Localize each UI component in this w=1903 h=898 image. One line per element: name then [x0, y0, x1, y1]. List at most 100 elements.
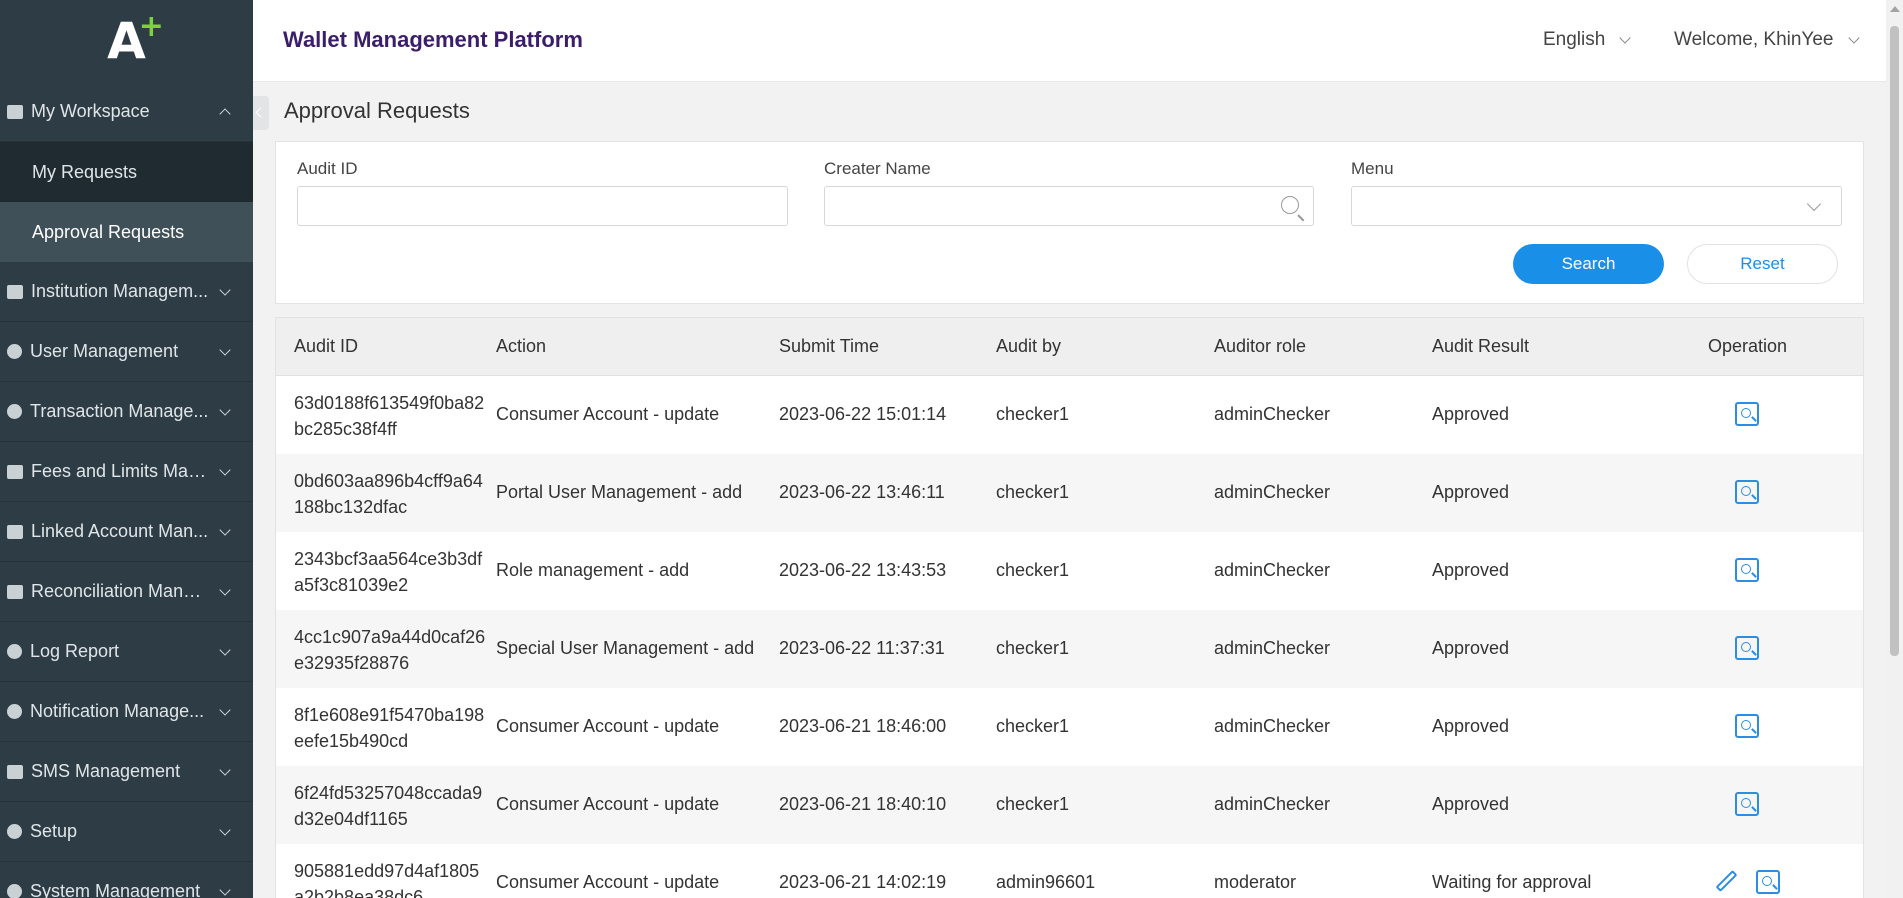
chevron-down-icon [1619, 31, 1631, 44]
audit-id-input[interactable] [297, 186, 788, 226]
language-dropdown[interactable]: English [1543, 29, 1631, 51]
cell-audit-by: checker1 [996, 638, 1070, 658]
sidebar-item-transaction-management[interactable]: Transaction Manage... [0, 382, 253, 442]
search-button[interactable]: Search [1513, 244, 1664, 284]
table-row: 2343bcf3aa564ce3b3dfa5f3c81039e2 Role ma… [276, 532, 1863, 610]
chevron-down-icon [219, 344, 231, 356]
table-header: Audit ID Action Submit Time Audit by Aud… [276, 318, 1863, 376]
page-title: Approval Requests [284, 98, 470, 123]
view-details-icon[interactable] [1756, 870, 1780, 894]
cell-audit-result: Approved [1432, 638, 1510, 658]
reset-button[interactable]: Reset [1687, 244, 1838, 284]
chevron-down-icon [219, 584, 231, 596]
card-icon [7, 464, 23, 479]
column-header: Submit Time [779, 336, 880, 356]
view-details-icon[interactable] [1735, 714, 1759, 738]
gear-icon [7, 824, 22, 839]
sidebar-item-label: Linked Account Man... [31, 521, 209, 541]
cell-action: Consumer Account - update [496, 404, 720, 424]
gear-icon [7, 704, 22, 719]
cell-audit-id: 63d0188f613549f0ba82bc285c38f4ff [294, 393, 485, 439]
sidebar-item-system-management[interactable]: System Management [0, 862, 253, 898]
search-icon[interactable] [1281, 196, 1299, 214]
scroll-up-icon[interactable] [1890, 6, 1900, 12]
sidebar-item-reconciliation[interactable]: Reconciliation Manag... [0, 562, 253, 622]
sidebar-item-fees-limits[interactable]: Fees and Limits Man... [0, 442, 253, 502]
cell-audit-by: checker1 [996, 560, 1070, 580]
cell-auditor-role: adminChecker [1214, 794, 1331, 814]
sidebar-item-label: Transaction Manage... [30, 401, 209, 421]
cell-audit-result: Approved [1432, 794, 1510, 814]
view-details-icon[interactable] [1735, 558, 1759, 582]
cell-submit-time: 2023-06-21 18:40:10 [779, 794, 947, 814]
cell-audit-id: 6f24fd53257048ccada9d32e04df1165 [294, 783, 483, 829]
sidebar-item-notification[interactable]: Notification Manage... [0, 682, 253, 742]
gear-icon [7, 884, 22, 898]
sidebar-item-my-requests[interactable]: My Requests [0, 142, 253, 202]
cell-audit-result: Waiting for approval [1432, 872, 1592, 892]
table-row: 0bd603aa896b4cff9a64188bc132dfac Portal … [276, 454, 1863, 532]
user-gear-icon [7, 344, 22, 359]
app-logo[interactable]: A + [0, 0, 253, 82]
view-details-icon[interactable] [1735, 402, 1759, 426]
chevron-down-icon [219, 644, 231, 656]
cell-submit-time: 2023-06-22 13:43:53 [779, 560, 947, 580]
sidebar-collapse-toggle[interactable] [253, 96, 269, 130]
chevron-down-icon [219, 404, 231, 416]
view-details-icon[interactable] [1735, 480, 1759, 504]
table-row: 8f1e608e91f5470ba198eefe15b490cd Consume… [276, 688, 1863, 766]
cell-action: Portal User Management - add [496, 482, 743, 502]
sidebar-item-user-management[interactable]: User Management [0, 322, 253, 382]
sidebar: A + My Workspace My Requests Approval Req… [0, 0, 253, 898]
cell-auditor-role: adminChecker [1214, 482, 1331, 502]
chevron-down-icon [219, 524, 231, 536]
sidebar-item-approval-requests[interactable]: Approval Requests [0, 202, 253, 262]
vertical-scrollbar[interactable] [1886, 0, 1903, 898]
sidebar-item-label: Setup [30, 821, 78, 841]
menu-select[interactable] [1351, 186, 1842, 226]
cell-auditor-role: adminChecker [1214, 560, 1331, 580]
cell-audit-result: Approved [1432, 482, 1510, 502]
creater-name-input[interactable] [824, 186, 1314, 226]
user-menu-dropdown[interactable]: Welcome, KhinYee [1674, 29, 1860, 51]
language-label: English [1543, 29, 1606, 50]
cell-action: Consumer Account - update [496, 872, 720, 892]
table-row: 6f24fd53257048ccada9d32e04df1165 Consume… [276, 766, 1863, 844]
view-details-icon[interactable] [1735, 792, 1759, 816]
workspace-submenu: My Requests Approval Requests [0, 142, 253, 262]
chevron-down-icon [219, 824, 231, 836]
chevron-down-icon [219, 704, 231, 716]
cell-audit-result: Approved [1432, 404, 1510, 424]
edit-icon[interactable] [1714, 870, 1738, 894]
column-header: Operation [1708, 336, 1788, 356]
sidebar-item-linked-account[interactable]: Linked Account Man... [0, 502, 253, 562]
chevron-down-icon [1847, 31, 1860, 44]
sidebar-item-log-report[interactable]: Log Report [0, 622, 253, 682]
scrollbar-thumb[interactable] [1890, 26, 1899, 656]
cell-auditor-role: adminChecker [1214, 404, 1331, 424]
briefcase-icon [7, 104, 23, 119]
cell-audit-id: 0bd603aa896b4cff9a64188bc132dfac [294, 471, 483, 517]
chevron-down-icon [1806, 196, 1822, 212]
sidebar-item-label: My Workspace [31, 101, 150, 121]
top-header: Wallet Management Platform English Welco… [253, 0, 1886, 82]
cell-submit-time: 2023-06-22 15:01:14 [779, 404, 947, 424]
sidebar-item-label: User Management [30, 341, 179, 361]
cell-audit-result: Approved [1432, 716, 1510, 736]
sidebar-item-label: Reconciliation Manag... [31, 581, 211, 601]
cell-submit-time: 2023-06-22 11:37:31 [779, 638, 945, 658]
cell-audit-id: 4cc1c907a9a44d0caf26e32935f28876 [294, 627, 486, 673]
cell-action: Role management - add [496, 560, 690, 580]
column-header: Audit Result [1432, 336, 1530, 356]
sidebar-item-label: Institution Managem... [31, 281, 209, 301]
view-details-icon[interactable] [1735, 636, 1759, 660]
sidebar-item-sms-management[interactable]: SMS Management [0, 742, 253, 802]
sidebar-item-setup[interactable]: Setup [0, 802, 253, 862]
cell-action: Special User Management - add [496, 638, 755, 658]
audit-id-label: Audit ID [297, 159, 358, 178]
folder-icon [7, 284, 23, 299]
sidebar-item-my-workspace[interactable]: My Workspace [0, 82, 253, 142]
cell-submit-time: 2023-06-21 14:02:19 [779, 872, 947, 892]
sidebar-item-institution-management[interactable]: Institution Managem... [0, 262, 253, 322]
chevron-down-icon [219, 764, 231, 776]
